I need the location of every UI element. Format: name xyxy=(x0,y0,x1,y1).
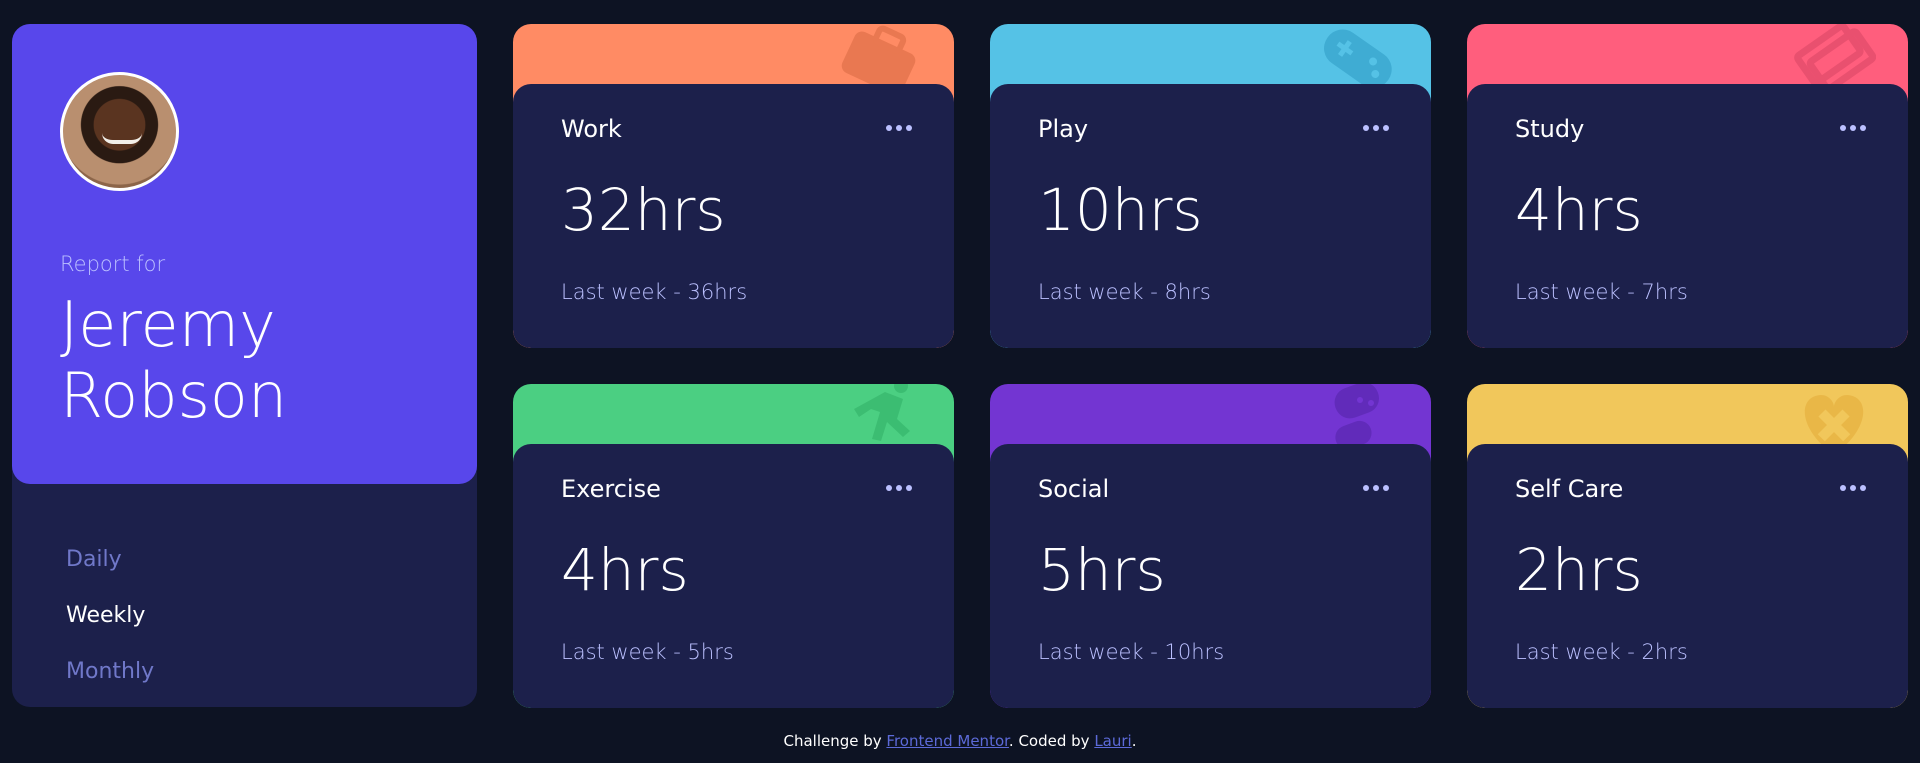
card-content: Study 4hrs Last week - 7hrs xyxy=(1467,84,1908,348)
period-nav: Daily Weekly Monthly xyxy=(66,532,154,700)
card-social: Social 5hrs Last week - 10hrs xyxy=(990,384,1431,708)
current-hours: 2hrs xyxy=(1515,536,1643,604)
more-options-icon[interactable] xyxy=(886,119,914,137)
card-title: Work xyxy=(561,115,622,143)
previous-hours: Last week - 2hrs xyxy=(1515,640,1688,664)
profile-panel: Report for Jeremy Robson Daily Weekly Mo… xyxy=(12,24,477,707)
attribution-footer: Challenge by Frontend Mentor. Coded by L… xyxy=(0,732,1920,750)
more-options-icon[interactable] xyxy=(1363,479,1391,497)
current-hours: 4hrs xyxy=(561,536,689,604)
user-avatar xyxy=(60,72,179,191)
previous-hours: Last week - 10hrs xyxy=(1038,640,1225,664)
user-name: Jeremy Robson xyxy=(60,288,288,432)
card-title: Social xyxy=(1038,475,1110,503)
card-content: Exercise 4hrs Last week - 5hrs xyxy=(513,444,954,708)
more-options-icon[interactable] xyxy=(886,479,914,497)
card-content: Social 5hrs Last week - 10hrs xyxy=(990,444,1431,708)
card-title: Play xyxy=(1038,115,1089,143)
previous-hours: Last week - 7hrs xyxy=(1515,280,1688,304)
more-options-icon[interactable] xyxy=(1840,119,1868,137)
current-hours: 10hrs xyxy=(1038,176,1203,244)
more-options-icon[interactable] xyxy=(1840,479,1868,497)
report-for-label: Report for xyxy=(60,252,166,276)
card-content: Play 10hrs Last week - 8hrs xyxy=(990,84,1431,348)
card-content: Self Care 2hrs Last week - 2hrs xyxy=(1467,444,1908,708)
card-title: Study xyxy=(1515,115,1585,143)
card-content: Work 32hrs Last week - 36hrs xyxy=(513,84,954,348)
previous-hours: Last week - 36hrs xyxy=(561,280,748,304)
attribution-suffix: . xyxy=(1131,732,1137,750)
current-hours: 5hrs xyxy=(1038,536,1166,604)
current-hours: 32hrs xyxy=(561,176,726,244)
card-self-care: Self Care 2hrs Last week - 2hrs xyxy=(1467,384,1908,708)
card-exercise: Exercise 4hrs Last week - 5hrs xyxy=(513,384,954,708)
profile-header: Report for Jeremy Robson xyxy=(12,24,477,484)
previous-hours: Last week - 8hrs xyxy=(1038,280,1211,304)
attribution-middle: . Coded by xyxy=(1008,732,1095,750)
more-options-icon[interactable] xyxy=(1363,119,1391,137)
period-weekly[interactable]: Weekly xyxy=(66,588,154,644)
card-play: Play 10hrs Last week - 8hrs xyxy=(990,24,1431,348)
attribution-prefix: Challenge by xyxy=(783,732,887,750)
period-daily[interactable]: Daily xyxy=(66,532,154,588)
card-title: Exercise xyxy=(561,475,661,503)
period-monthly[interactable]: Monthly xyxy=(66,644,154,700)
card-study: Study 4hrs Last week - 7hrs xyxy=(1467,24,1908,348)
card-work: Work 32hrs Last week - 36hrs xyxy=(513,24,954,348)
current-hours: 4hrs xyxy=(1515,176,1643,244)
frontend-mentor-link[interactable]: Frontend Mentor xyxy=(886,732,1009,750)
previous-hours: Last week - 5hrs xyxy=(561,640,734,664)
card-title: Self Care xyxy=(1515,475,1624,503)
coder-link[interactable]: Lauri xyxy=(1094,732,1131,750)
